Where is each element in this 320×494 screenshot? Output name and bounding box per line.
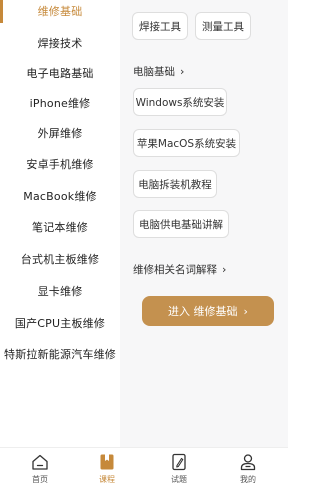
tab-profile[interactable]: 我的 — [212, 448, 284, 494]
sidebar-item-label: 安卓手机维修 — [26, 158, 94, 171]
sidebar-item-label: 维修基础 — [37, 5, 83, 18]
chevron-right-icon: › — [243, 304, 248, 318]
sidebar-item-repair-basics[interactable]: 维修基础 — [0, 0, 120, 27]
sidebar-item-iphone[interactable]: iPhone维修 — [0, 87, 120, 119]
sidebar-item-label: 特斯拉新能源汽车维修 — [4, 348, 116, 361]
bottom-tab-bar: 首页 课程 试题 我的 — [0, 447, 288, 494]
sidebar-item-tesla-ev[interactable]: 特斯拉新能源汽车维修 — [0, 338, 120, 370]
chip-windows-install[interactable]: Windows系统安装 — [133, 88, 227, 116]
chevron-right-icon: › — [222, 263, 227, 276]
tab-label: 首页 — [32, 475, 48, 484]
sidebar-item-label: iPhone维修 — [29, 97, 91, 110]
sidebar-item-label: 显卡维修 — [37, 285, 83, 298]
chip-label: 电脑供电基础讲解 — [139, 218, 223, 231]
chip-power-basics[interactable]: 电脑供电基础讲解 — [133, 210, 229, 238]
tab-quiz[interactable]: 试题 — [143, 448, 215, 494]
sidebar-item-circuit-basics[interactable]: 电子电路基础 — [0, 57, 120, 89]
enter-repair-basics-button[interactable]: 进入 维修基础 › — [142, 296, 274, 326]
sidebar-item-label: 台式机主板维修 — [20, 253, 100, 266]
sidebar-item-screen[interactable]: 外屏维修 — [0, 117, 120, 149]
app-screen: 维修基础 焊接技术 电子电路基础 iPhone维修 外屏维修 安卓手机维修 Ma… — [0, 0, 288, 494]
sidebar-item-android[interactable]: 安卓手机维修 — [0, 148, 120, 180]
sidebar-item-gpu[interactable]: 显卡维修 — [0, 275, 120, 307]
sidebar-item-label: 国产CPU主板维修 — [14, 317, 106, 330]
chip-macos-install[interactable]: 苹果MacOS系统安装 — [133, 129, 240, 157]
tab-label: 课程 — [99, 475, 115, 484]
category-sidebar: 维修基础 焊接技术 电子电路基础 iPhone维修 外屏维修 安卓手机维修 Ma… — [0, 0, 120, 447]
sidebar-item-label: 电子电路基础 — [26, 67, 94, 80]
tab-label: 我的 — [240, 475, 256, 484]
chip-label: Windows系统安装 — [135, 96, 225, 109]
section-title: 电脑基础 — [133, 66, 175, 78]
tab-label: 试题 — [171, 475, 187, 484]
sidebar-item-laptop[interactable]: 笔记本维修 — [0, 211, 120, 243]
sidebar-item-welding[interactable]: 焊接技术 — [0, 27, 120, 59]
chip-measuring-tools[interactable]: 测量工具 — [195, 12, 251, 40]
sidebar-item-domestic-cpu[interactable]: 国产CPU主板维修 — [0, 307, 120, 339]
tab-home[interactable]: 首页 — [4, 448, 76, 494]
chip-disassembly-tutorial[interactable]: 电脑拆装机教程 — [133, 170, 217, 198]
sidebar-item-macbook[interactable]: MacBook维修 — [0, 180, 120, 212]
section-title: 维修相关名词解释 — [133, 264, 217, 276]
section-computer-basics[interactable]: 电脑基础 › — [133, 64, 184, 79]
enter-button-label: 进入 维修基础 — [168, 305, 238, 318]
sidebar-item-label: 外屏维修 — [37, 127, 83, 140]
sidebar-item-label: 焊接技术 — [37, 37, 83, 50]
chip-label: 苹果MacOS系统安装 — [136, 137, 237, 150]
category-content: 焊接工具 测量工具 电脑基础 › Windows系统安装 苹果MacOS系统安装… — [120, 0, 288, 447]
chip-label: 测量工具 — [202, 20, 244, 33]
chip-label: 电脑拆装机教程 — [138, 178, 212, 191]
sidebar-item-label: 笔记本维修 — [32, 221, 88, 234]
chevron-right-icon: › — [180, 65, 185, 78]
section-repair-terms[interactable]: 维修相关名词解释 › — [133, 262, 226, 277]
profile-icon — [240, 454, 256, 471]
chip-label: 焊接工具 — [139, 20, 181, 33]
sidebar-item-desktop-board[interactable]: 台式机主板维修 — [0, 243, 120, 275]
tab-course[interactable]: 课程 — [71, 448, 143, 494]
course-book-icon — [100, 454, 114, 470]
chip-welding-tools[interactable]: 焊接工具 — [132, 12, 188, 40]
quiz-icon — [172, 453, 186, 471]
sidebar-item-label: MacBook维修 — [23, 190, 97, 203]
home-icon — [32, 454, 48, 470]
